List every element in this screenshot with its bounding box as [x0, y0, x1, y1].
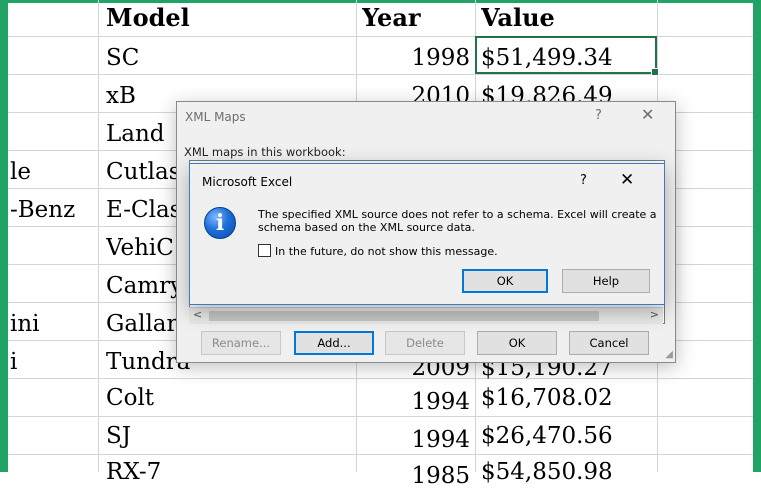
- message-body: i The specified XML source does not refe…: [190, 199, 664, 304]
- scroll-right-icon[interactable]: >: [650, 308, 659, 321]
- excel-message-dialog: Microsoft Excel ? ✕ i The specified XML …: [189, 163, 665, 305]
- cell-make[interactable]: ini: [10, 308, 96, 340]
- dialog-title: XML Maps: [185, 110, 246, 124]
- scroll-left-icon[interactable]: <: [193, 308, 202, 321]
- message-text: The specified XML source does not refer …: [258, 208, 657, 234]
- cell-year[interactable]: 1998: [356, 42, 470, 74]
- cell-model[interactable]: Colt: [106, 382, 351, 414]
- checkbox-box[interactable]: [258, 244, 271, 257]
- add-button[interactable]: Add...: [294, 331, 374, 355]
- horizontal-scrollbar[interactable]: < >: [189, 307, 663, 324]
- help-icon[interactable]: ?: [595, 108, 602, 123]
- cell-value[interactable]: $16,708.02: [481, 382, 651, 414]
- information-icon: i: [204, 207, 236, 239]
- header-value[interactable]: Value: [481, 2, 651, 34]
- gridline: [98, 0, 99, 472]
- selection-border-left: [0, 0, 8, 472]
- cell-model[interactable]: SJ: [106, 420, 351, 452]
- rename-button[interactable]: Rename...: [201, 331, 281, 355]
- close-icon[interactable]: ✕: [641, 105, 654, 124]
- message-ok-button[interactable]: OK: [462, 269, 548, 293]
- information-glyph: i: [215, 210, 225, 236]
- cell-year[interactable]: 1985: [356, 460, 470, 492]
- close-icon[interactable]: ✕: [620, 170, 634, 190]
- gridline: [8, 74, 753, 75]
- cell-value[interactable]: $54,850.98: [481, 456, 651, 488]
- header-model[interactable]: Model: [106, 2, 351, 34]
- cell-make[interactable]: i: [10, 346, 96, 378]
- resize-grip-icon[interactable]: ◢: [665, 349, 673, 360]
- cell-value[interactable]: $26,470.56: [481, 420, 651, 452]
- message-dialog-title: Microsoft Excel: [202, 175, 293, 189]
- cell-model[interactable]: RX-7: [106, 456, 351, 488]
- selection-border-right: [753, 0, 761, 472]
- cell-make[interactable]: -Benz: [10, 194, 96, 226]
- message-help-button[interactable]: Help: [562, 269, 650, 293]
- cell-model[interactable]: SC: [106, 42, 351, 74]
- dont-show-again-checkbox[interactable]: In the future, do not show this message.: [258, 244, 498, 258]
- help-icon[interactable]: ?: [580, 173, 587, 188]
- cell-year[interactable]: 1994: [356, 386, 470, 418]
- scrollbar-thumb[interactable]: [209, 311, 599, 321]
- delete-button[interactable]: Delete: [385, 331, 465, 355]
- header-year[interactable]: Year: [362, 2, 472, 34]
- ok-button[interactable]: OK: [477, 331, 557, 355]
- cell-make[interactable]: le: [10, 156, 96, 188]
- active-cell-selection[interactable]: [475, 36, 659, 76]
- checkbox-label[interactable]: In the future, do not show this message.: [275, 245, 498, 258]
- cell-year[interactable]: 1994: [356, 424, 470, 456]
- cancel-button[interactable]: Cancel: [569, 331, 649, 355]
- xml-maps-label: XML maps in this workbook:: [184, 145, 346, 159]
